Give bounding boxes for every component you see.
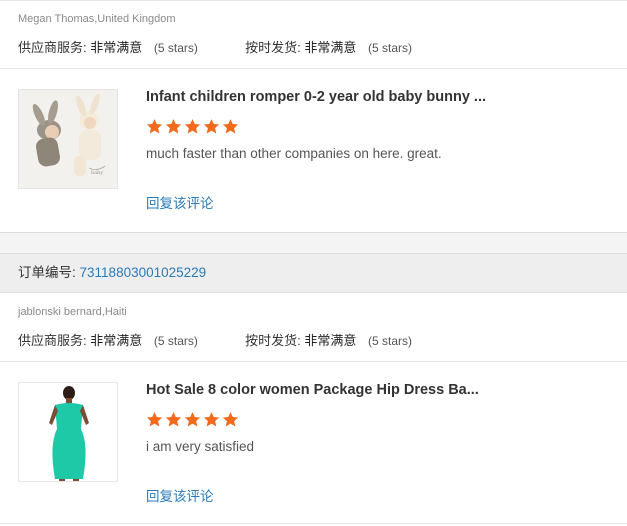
rating-stars bbox=[146, 411, 239, 428]
divider bbox=[0, 523, 627, 524]
order-header: 订单编号: 73118803001025229 bbox=[0, 253, 627, 293]
star-icon bbox=[165, 412, 182, 427]
star-icon bbox=[184, 412, 201, 427]
product-title[interactable]: Hot Sale 8 color women Package Hip Dress… bbox=[146, 382, 491, 398]
star-icon bbox=[146, 412, 163, 427]
on-time-shipping-label: 按时发货: bbox=[245, 40, 301, 55]
reply-link[interactable]: 回复该评论 bbox=[146, 485, 214, 505]
divider bbox=[0, 68, 627, 69]
on-time-shipping-label: 按时发货: bbox=[245, 333, 301, 348]
reply-link[interactable]: 回复该评论 bbox=[146, 192, 214, 212]
review-comment: i am very satisfied bbox=[146, 439, 255, 454]
order-number-link[interactable]: 73118803001025229 bbox=[80, 265, 207, 280]
supplier-service-label: 供应商服务: bbox=[18, 40, 87, 55]
product-thumbnail[interactable]: baby bbox=[18, 89, 118, 189]
supplier-service-value: 非常满意 bbox=[90, 333, 143, 348]
on-time-shipping-value: 非常满意 bbox=[304, 40, 357, 55]
product-title[interactable]: Infant children romper 0-2 year old baby… bbox=[146, 89, 491, 105]
star-icon bbox=[222, 119, 239, 134]
top-divider bbox=[0, 0, 627, 1]
supplier-service-label: 供应商服务: bbox=[18, 333, 87, 348]
order-number-label: 订单编号: bbox=[18, 265, 76, 280]
buyer-name: Megan Thomas,United Kingdom bbox=[18, 13, 176, 25]
seller-ratings: 供应商服务: 非常满意 (5 stars) 按时发货: 非常满意 (5 star… bbox=[18, 330, 412, 349]
supplier-service-stars: (5 stars) bbox=[153, 41, 198, 55]
on-time-shipping-value: 非常满意 bbox=[304, 333, 357, 348]
rating-stars bbox=[146, 118, 239, 135]
on-time-shipping-stars: (5 stars) bbox=[368, 334, 413, 348]
star-icon bbox=[203, 412, 220, 427]
on-time-shipping-stars: (5 stars) bbox=[368, 41, 413, 55]
svg-text:baby: baby bbox=[91, 170, 103, 176]
seller-ratings: 供应商服务: 非常满意 (5 stars) 按时发货: 非常满意 (5 star… bbox=[18, 37, 412, 56]
section-separator bbox=[0, 232, 627, 253]
star-icon bbox=[184, 119, 201, 134]
star-icon bbox=[165, 119, 182, 134]
supplier-service-value: 非常满意 bbox=[90, 40, 143, 55]
buyer-name: jablonski bernard,Haiti bbox=[18, 306, 127, 318]
product-thumbnail[interactable] bbox=[18, 382, 118, 482]
divider bbox=[0, 361, 627, 362]
review-comment: much faster than other companies on here… bbox=[146, 146, 442, 161]
star-icon bbox=[146, 119, 163, 134]
supplier-service-stars: (5 stars) bbox=[153, 334, 198, 348]
star-icon bbox=[203, 119, 220, 134]
star-icon bbox=[222, 412, 239, 427]
